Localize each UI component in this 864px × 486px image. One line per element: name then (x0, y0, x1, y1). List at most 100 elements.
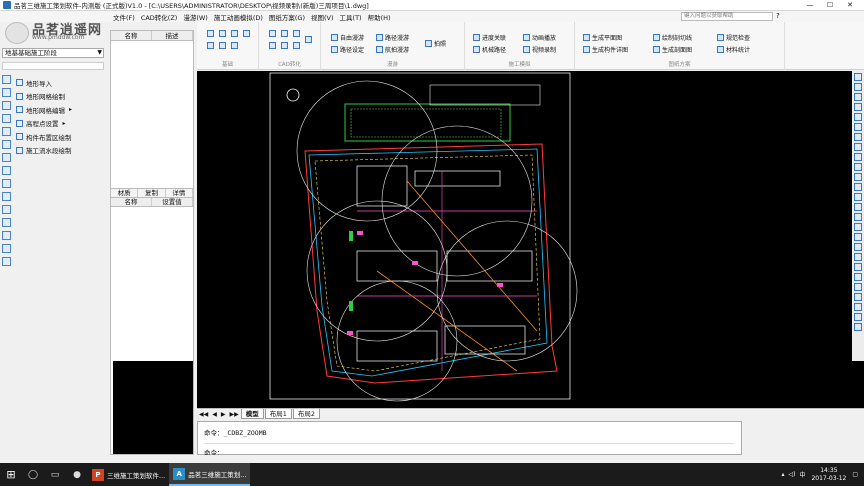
explode-icon[interactable] (854, 223, 862, 231)
cad-drawing-canvas[interactable] (197, 71, 864, 408)
fillet-icon[interactable] (854, 233, 862, 241)
edit-grid-icon[interactable] (2, 101, 11, 110)
preview-viewport[interactable] (113, 361, 193, 454)
aerial-roam-button[interactable]: 航拍漫游 (376, 45, 409, 54)
maximize-button[interactable]: ☐ (820, 0, 840, 11)
screenshot-button[interactable]: 拍照 (425, 39, 446, 48)
browser-icon[interactable]: ● (66, 463, 88, 486)
prev-tab-icon[interactable]: ◀ (212, 411, 217, 418)
path-setting-button[interactable]: 路径设定 (331, 45, 364, 54)
3d-view-icon[interactable] (231, 42, 238, 49)
terrain-icon[interactable] (2, 75, 11, 84)
menu-cad-convert[interactable]: CAD转化(Z) (138, 12, 181, 22)
tree-item-terrain-import[interactable]: 地形导入 (16, 76, 72, 90)
fence-icon[interactable] (2, 218, 11, 227)
menu-construction-sim[interactable]: 施工动画模拟(D) (211, 12, 266, 22)
text-icon[interactable] (854, 283, 862, 291)
measure-icon[interactable] (854, 123, 862, 131)
move-icon[interactable] (854, 133, 862, 141)
pen-icon[interactable] (2, 244, 11, 253)
close-button[interactable]: ✕ (840, 0, 860, 11)
gen-detail-button[interactable]: 生成构件详图 (583, 45, 628, 54)
select-icon[interactable] (207, 30, 214, 37)
undo-icon[interactable] (854, 313, 862, 321)
layer-icon[interactable] (2, 153, 11, 162)
clock[interactable]: 14:35 2017-03-12 (811, 467, 846, 483)
grid-icon[interactable] (2, 88, 11, 97)
copy-icon[interactable] (854, 143, 862, 151)
component-area-icon[interactable] (2, 127, 11, 136)
free-roam-button[interactable]: 自由漫游 (331, 33, 364, 42)
mirror-icon[interactable] (854, 153, 862, 161)
hatch-icon[interactable] (854, 273, 862, 281)
redo-icon[interactable] (854, 323, 862, 331)
rotate-view-icon[interactable] (854, 163, 862, 171)
material-stats-button[interactable]: 材料统计 (717, 45, 750, 54)
draw-section-button[interactable]: 绘制剖切线 (653, 33, 692, 42)
zoom-icon[interactable] (243, 30, 250, 37)
tab-details[interactable]: 详情 (166, 189, 193, 197)
menu-roam[interactable]: 漫游(W) (180, 12, 211, 22)
zoom-extents-icon[interactable] (854, 103, 862, 111)
offset-icon[interactable] (854, 203, 862, 211)
tag-icon[interactable] (2, 257, 11, 266)
zoom-window-icon[interactable] (854, 93, 862, 101)
notification-icon[interactable]: ▢ (852, 471, 858, 478)
tree-item-flow-section[interactable]: 施工流水段绘制 (16, 144, 72, 158)
tree-item-grid-edit[interactable]: 地形网格编辑 ▸ (16, 103, 72, 117)
tree-filter-input[interactable] (2, 62, 104, 70)
tree-icon[interactable] (2, 179, 11, 188)
zoom-in-icon[interactable] (854, 73, 862, 81)
volume-icon[interactable]: ◁) (788, 471, 795, 478)
search-icon[interactable]: ◯ (22, 463, 44, 486)
col-description[interactable]: 描述 (152, 31, 193, 40)
input-lang[interactable]: 中 (799, 470, 805, 479)
tab-layout2[interactable]: 布局2 (292, 409, 320, 419)
tab-copy[interactable]: 复制 (138, 189, 166, 197)
pan-icon[interactable] (231, 30, 238, 37)
spec-check-button[interactable]: 规范检查 (717, 33, 750, 42)
next-tab-icon[interactable]: ▶ (221, 411, 226, 418)
bolt-icon[interactable] (2, 205, 11, 214)
extend-icon[interactable] (854, 193, 862, 201)
tree-item-elevation[interactable]: 高程点设置 ▸ (16, 117, 72, 131)
video-record-button[interactable]: 视频录制 (523, 45, 556, 54)
help-search-input[interactable]: 键入问题以获取帮助 (681, 12, 773, 21)
col-name[interactable]: 名称 (111, 31, 152, 40)
rotate-icon[interactable] (219, 30, 226, 37)
command-window[interactable]: 命令：_CDBZ_ZOOMB 命令： (197, 421, 742, 457)
front-view-icon[interactable] (207, 42, 214, 49)
help-icon[interactable]: ? (776, 12, 780, 20)
crane-icon[interactable] (2, 192, 11, 201)
layer-props-icon[interactable] (854, 253, 862, 261)
gen-section-button[interactable]: 生成剖面图 (653, 45, 692, 54)
gen-plan-button[interactable]: 生成平面图 (583, 33, 622, 42)
last-tab-icon[interactable]: ▶▶ (229, 411, 238, 418)
menu-drawing-plan[interactable]: 图纸方案(G) (266, 12, 308, 22)
top-view-icon[interactable] (219, 42, 226, 49)
animation-play-button[interactable]: 动画播放 (523, 33, 556, 42)
cad-import-icon[interactable] (269, 30, 276, 37)
elevation-icon[interactable] (2, 114, 11, 123)
taskbar-app-ppt[interactable]: P 三维施工策划软件... (88, 463, 169, 486)
taskbar-app-pmsoft[interactable]: A 品茗三维施工策划... (169, 463, 251, 486)
minimize-button[interactable]: — (800, 0, 820, 11)
chamfer-icon[interactable] (854, 243, 862, 251)
pan-view-icon[interactable] (854, 113, 862, 121)
network-icon[interactable]: ▴ (781, 471, 784, 478)
flow-section-icon[interactable] (2, 140, 11, 149)
tab-material[interactable]: 材质 (111, 189, 139, 197)
tab-layout1[interactable]: 布局1 (264, 409, 292, 419)
menu-file[interactable]: 文件(F) (110, 12, 138, 22)
task-view-icon[interactable]: ▭ (44, 463, 66, 486)
first-tab-icon[interactable]: ◀◀ (199, 411, 208, 418)
cad-convert-icon[interactable] (293, 30, 300, 37)
windows-start-icon[interactable]: ⊞ (0, 463, 22, 486)
trim-icon[interactable] (854, 183, 862, 191)
menu-help[interactable]: 帮助(H) (365, 12, 394, 22)
stage-select[interactable]: 地基基础施工阶段 ▼ (2, 48, 104, 58)
cad-wall-icon[interactable] (269, 42, 276, 49)
match-props-icon[interactable] (854, 263, 862, 271)
tree-item-grid-draw[interactable]: 地形网格绘制 (16, 90, 72, 104)
machine-path-button[interactable]: 机械路径 (473, 45, 506, 54)
